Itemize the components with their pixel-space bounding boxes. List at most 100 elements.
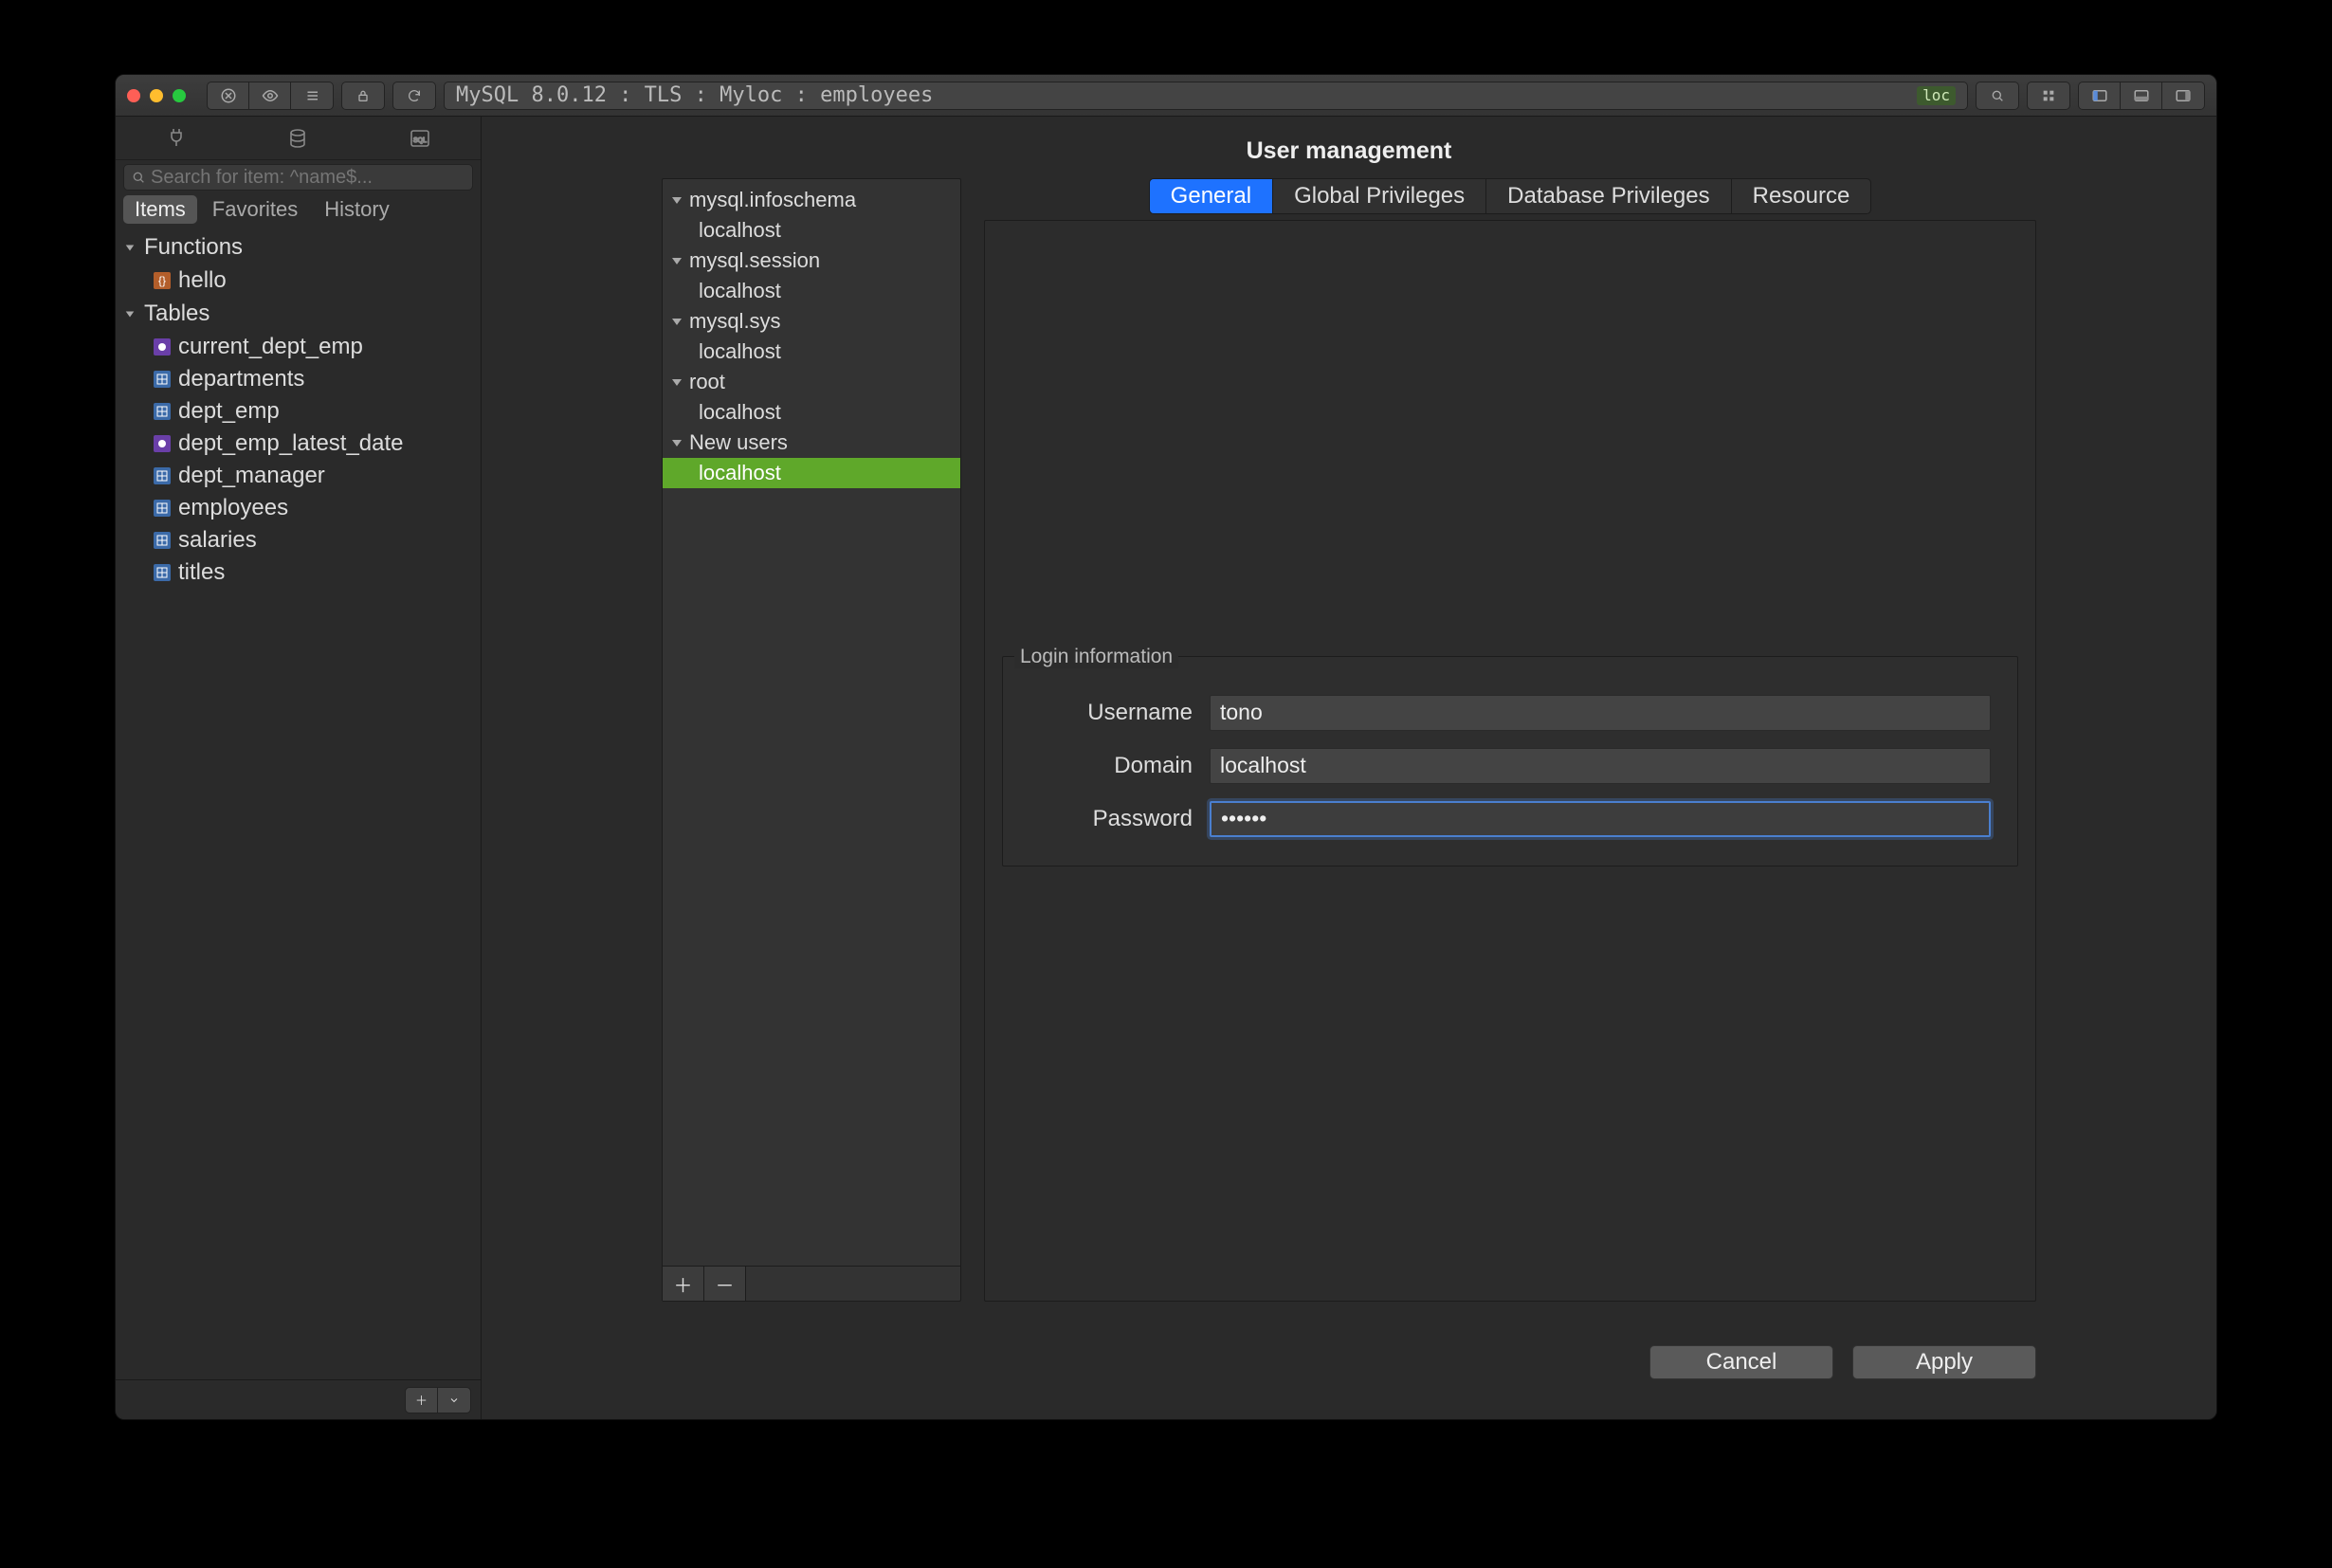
user-management-dialog: User management mysql.infoschema localho… [482, 117, 2216, 1419]
item-label: dept_emp [178, 398, 280, 425]
loc-badge: loc [1917, 86, 1956, 105]
view-icon [154, 435, 171, 452]
sidebar-footer: ＋ [116, 1379, 481, 1419]
table-icon [154, 371, 171, 388]
user-list-footer: ＋ － [663, 1266, 960, 1301]
tree-item[interactable]: departments [116, 363, 481, 395]
username-label: Username [1029, 700, 1210, 726]
table-icon [154, 532, 171, 549]
titlebar: MySQL 8.0.12 : TLS : Myloc : employees l… [116, 75, 2216, 117]
item-label: employees [178, 495, 288, 521]
search-icon [131, 170, 146, 188]
tab-favorites[interactable]: Favorites [201, 195, 309, 224]
preview-icon[interactable] [249, 82, 291, 110]
panel-left-icon[interactable] [2079, 82, 2121, 110]
sidebar-tabs: Items Favorites History [116, 194, 481, 225]
stop-button[interactable] [208, 82, 249, 110]
svg-text:SQL: SQL [413, 137, 427, 144]
user-host-selected[interactable]: localhost [663, 458, 960, 488]
table-icon [154, 564, 171, 581]
group-tables[interactable]: Tables [116, 297, 481, 331]
username-input[interactable] [1210, 695, 1991, 731]
view-icon [154, 338, 171, 356]
panel-toggle-group [2078, 82, 2205, 110]
group-functions[interactable]: Functions [116, 230, 481, 264]
user-group[interactable]: mysql.sys [663, 306, 960, 337]
domain-input[interactable] [1210, 748, 1991, 784]
tree-item[interactable]: dept_manager [116, 460, 481, 492]
database-icon[interactable] [283, 124, 312, 153]
item-label: departments [178, 366, 304, 392]
add-button[interactable]: ＋ [406, 1388, 438, 1413]
item-label: titles [178, 559, 225, 586]
plug-icon[interactable] [162, 124, 191, 153]
dialog-buttons: Cancel Apply [662, 1313, 2036, 1419]
traffic-lights [127, 89, 186, 102]
toolbar-group-view [207, 82, 334, 110]
tab-items[interactable]: Items [123, 195, 197, 224]
tree-item-hello[interactable]: {} hello [116, 264, 481, 297]
breadcrumb-text: MySQL 8.0.12 : TLS : Myloc : employees [456, 83, 933, 107]
tab-segment: General Global Privileges Database Privi… [984, 178, 2036, 214]
tree-item[interactable]: titles [116, 556, 481, 589]
grid-icon[interactable] [2027, 82, 2070, 110]
user-group[interactable]: root [663, 367, 960, 397]
user-host[interactable]: localhost [663, 397, 960, 428]
item-label: hello [178, 267, 227, 294]
breadcrumb[interactable]: MySQL 8.0.12 : TLS : Myloc : employees l… [444, 82, 1968, 110]
search-input[interactable] [123, 164, 473, 191]
tree-item[interactable]: dept_emp [116, 395, 481, 428]
tab-database-privileges[interactable]: Database Privileges [1486, 179, 1731, 213]
window-body: SQL Items Favorites History Fun [116, 117, 2216, 1419]
add-chevron-icon[interactable] [438, 1388, 470, 1413]
window-zoom[interactable] [173, 89, 186, 102]
table-icon [154, 500, 171, 517]
user-group[interactable]: mysql.session [663, 246, 960, 276]
tab-history[interactable]: History [313, 195, 400, 224]
apply-button[interactable]: Apply [1852, 1345, 2036, 1379]
user-group[interactable]: New users [663, 428, 960, 458]
detail-panel: General Global Privileges Database Privi… [984, 178, 2036, 1302]
group-label: Functions [144, 234, 243, 261]
fieldset-legend: Login information [1014, 646, 1178, 668]
window-minimize[interactable] [150, 89, 163, 102]
user-host[interactable]: localhost [663, 215, 960, 246]
user-host[interactable]: localhost [663, 337, 960, 367]
window-close[interactable] [127, 89, 140, 102]
panel-bottom-icon[interactable] [2121, 82, 2162, 110]
table-icon [154, 467, 171, 484]
lock-icon[interactable] [341, 82, 385, 110]
cancel-button[interactable]: Cancel [1649, 1345, 1833, 1379]
tab-resource[interactable]: Resource [1732, 179, 1871, 213]
refresh-icon[interactable] [392, 82, 436, 110]
password-input[interactable] [1210, 801, 1991, 837]
tab-global-privileges[interactable]: Global Privileges [1273, 179, 1486, 213]
login-fieldset: Login information Username Domain [1002, 656, 2018, 866]
tab-general[interactable]: General [1150, 179, 1273, 213]
table-icon [154, 403, 171, 420]
item-label: current_dept_emp [178, 334, 363, 360]
main-area: User management mysql.infoschema localho… [482, 117, 2216, 1419]
user-host[interactable]: localhost [663, 276, 960, 306]
tree-item[interactable]: salaries [116, 524, 481, 556]
tree-item[interactable]: dept_emp_latest_date [116, 428, 481, 460]
dialog-title: User management [662, 117, 2036, 178]
tree-item[interactable]: current_dept_emp [116, 331, 481, 363]
sql-icon[interactable]: SQL [406, 124, 434, 153]
add-user-button[interactable]: ＋ [663, 1267, 704, 1301]
search-row [116, 160, 481, 194]
sidebar: SQL Items Favorites History Fun [116, 117, 482, 1419]
user-group[interactable]: mysql.infoschema [663, 185, 960, 215]
remove-user-button[interactable]: － [704, 1267, 746, 1301]
domain-label: Domain [1029, 753, 1210, 779]
general-card: Login information Username Domain [984, 220, 2036, 1302]
search-toolbar-icon[interactable] [1976, 82, 2019, 110]
user-list-panel: mysql.infoschema localhost mysql.session… [662, 178, 961, 1302]
tree-item[interactable]: employees [116, 492, 481, 524]
sidebar-tree: Functions {} hello Tables current_dept_e… [116, 225, 481, 1379]
list-icon[interactable] [291, 82, 333, 110]
user-tree: mysql.infoschema localhost mysql.session… [663, 179, 960, 1266]
function-icon: {} [154, 272, 171, 289]
panel-right-icon[interactable] [2162, 82, 2204, 110]
item-label: dept_manager [178, 463, 325, 489]
